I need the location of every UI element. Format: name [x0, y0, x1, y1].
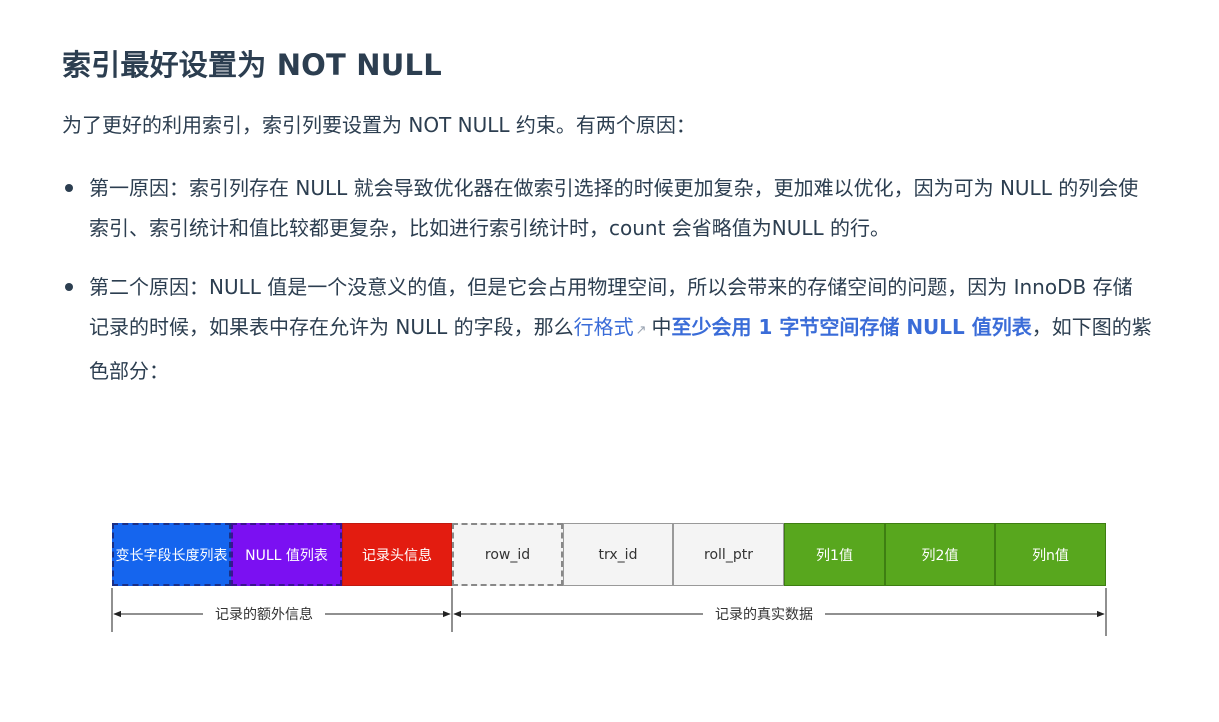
roll-ptr-cell: roll_ptr — [673, 523, 784, 586]
row-format-link[interactable]: 行格式 — [574, 315, 634, 339]
extra-info-label: 记录的额外信息 — [203, 604, 325, 624]
intro-paragraph: 为了更好的利用索引，索引列要设置为 NOT NULL 约束。有两个原因： — [62, 113, 696, 137]
column1-value-cell: 列1值 — [784, 523, 885, 586]
variable-length-list-cell: 变长字段长度列表 — [112, 523, 231, 586]
column2-value-cell: 列2值 — [885, 523, 995, 586]
reasons-list: 第一原因：索引列存在 NULL 就会导致优化器在做索引选择的时候更加复杂，更加难… — [62, 168, 1152, 410]
trx-id-cell: trx_id — [563, 523, 673, 586]
columnn-value-cell: 列n值 — [995, 523, 1106, 586]
bullet-dot-icon — [65, 283, 73, 291]
null-list-emphasis: 至少会用 1 字节空间存储 NULL 值列表 — [671, 315, 1032, 339]
real-data-label: 记录的真实数据 — [703, 604, 825, 624]
list-item: 第二个原因：NULL 值是一个没意义的值，但是它会占用物理空间，所以会带来的存储… — [62, 267, 1152, 391]
record-header-cell: 记录头信息 — [342, 523, 452, 586]
page-title: 索引最好设置为 NOT NULL — [62, 48, 442, 82]
reason-one-text: 第一原因：索引列存在 NULL 就会导致优化器在做索引选择的时候更加复杂，更加难… — [89, 176, 1139, 240]
row-id-cell: row_id — [452, 523, 563, 586]
reason-two-mid: 中 — [651, 315, 672, 339]
null-value-list-cell: NULL 值列表 — [231, 523, 342, 586]
list-item: 第一原因：索引列存在 NULL 就会导致优化器在做索引选择的时候更加复杂，更加难… — [62, 168, 1152, 248]
external-link-icon: ↗ — [635, 323, 647, 338]
bullet-dot-icon — [65, 184, 73, 192]
